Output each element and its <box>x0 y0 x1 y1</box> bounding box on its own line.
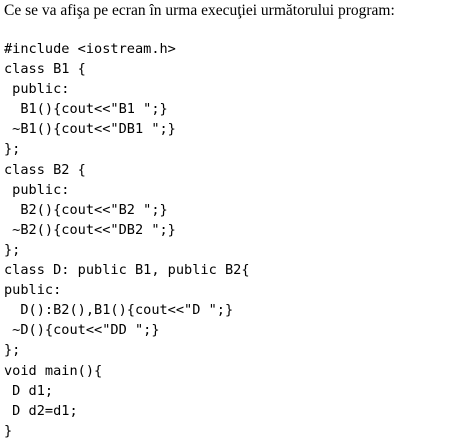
code-line: D d2=d1; <box>4 402 78 419</box>
code-line: class B2 { <box>4 161 86 178</box>
code-line: class B1 { <box>4 61 86 78</box>
code-line: public: <box>4 81 70 98</box>
code-line: ~B1(){cout<<"DB1 ";} <box>4 121 176 138</box>
code-line: class D: public B1, public B2{ <box>4 262 250 279</box>
code-line: public: <box>4 282 62 299</box>
code-line: ~D(){cout<<"DD ";} <box>4 322 160 339</box>
code-line: B1(){cout<<"B1 ";} <box>4 101 168 118</box>
code-line: B2(){cout<<"B2 ";} <box>4 201 168 218</box>
code-line: #include <iostream.h> <box>4 41 176 57</box>
code-line: void main(){ <box>4 362 103 379</box>
code-line: D d1; <box>4 382 54 399</box>
code-line: ~B2(){cout<<"DB2 ";} <box>4 221 176 238</box>
document-page: Ce se va afişa pe ecran în urma execuţie… <box>0 0 475 445</box>
code-line: }; <box>4 241 21 258</box>
code-line: }; <box>4 141 21 158</box>
code-listing: #include <iostream.h> class B1 { public: … <box>4 39 250 441</box>
question-text: Ce se va afişa pe ecran în urma execuţie… <box>4 2 395 19</box>
code-line: } <box>4 422 13 439</box>
code-line: }; <box>4 342 21 359</box>
code-line: public: <box>4 181 70 198</box>
code-line: D():B2(),B1(){cout<<"D ";} <box>4 302 234 319</box>
